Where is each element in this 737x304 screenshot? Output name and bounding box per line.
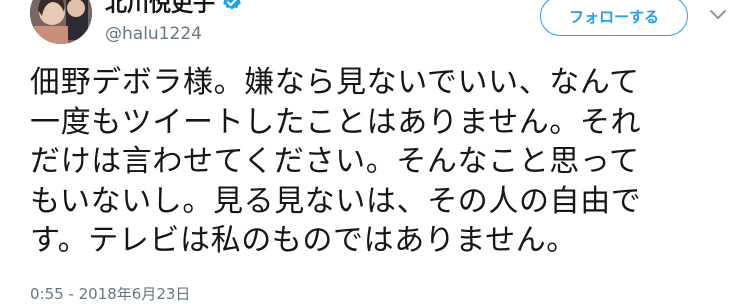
chevron-down-icon[interactable] xyxy=(708,8,728,22)
avatar-image xyxy=(30,0,92,44)
author-name-row[interactable]: 北川悦吏子 xyxy=(105,0,243,18)
tweet-text: 佃野デボラ様。嫌なら見ないでいい、なんて 一度もツイートしたことはありません。そ… xyxy=(30,65,642,258)
author-display-name[interactable]: 北川悦吏子 xyxy=(105,0,215,18)
follow-button[interactable]: フォローする xyxy=(540,0,688,36)
tweet-timestamp[interactable]: 0:55 - 2018年6月23日 xyxy=(30,283,190,304)
author-handle[interactable]: @halu1224 xyxy=(105,24,202,44)
avatar[interactable] xyxy=(30,0,92,44)
verified-badge-icon xyxy=(223,0,241,10)
